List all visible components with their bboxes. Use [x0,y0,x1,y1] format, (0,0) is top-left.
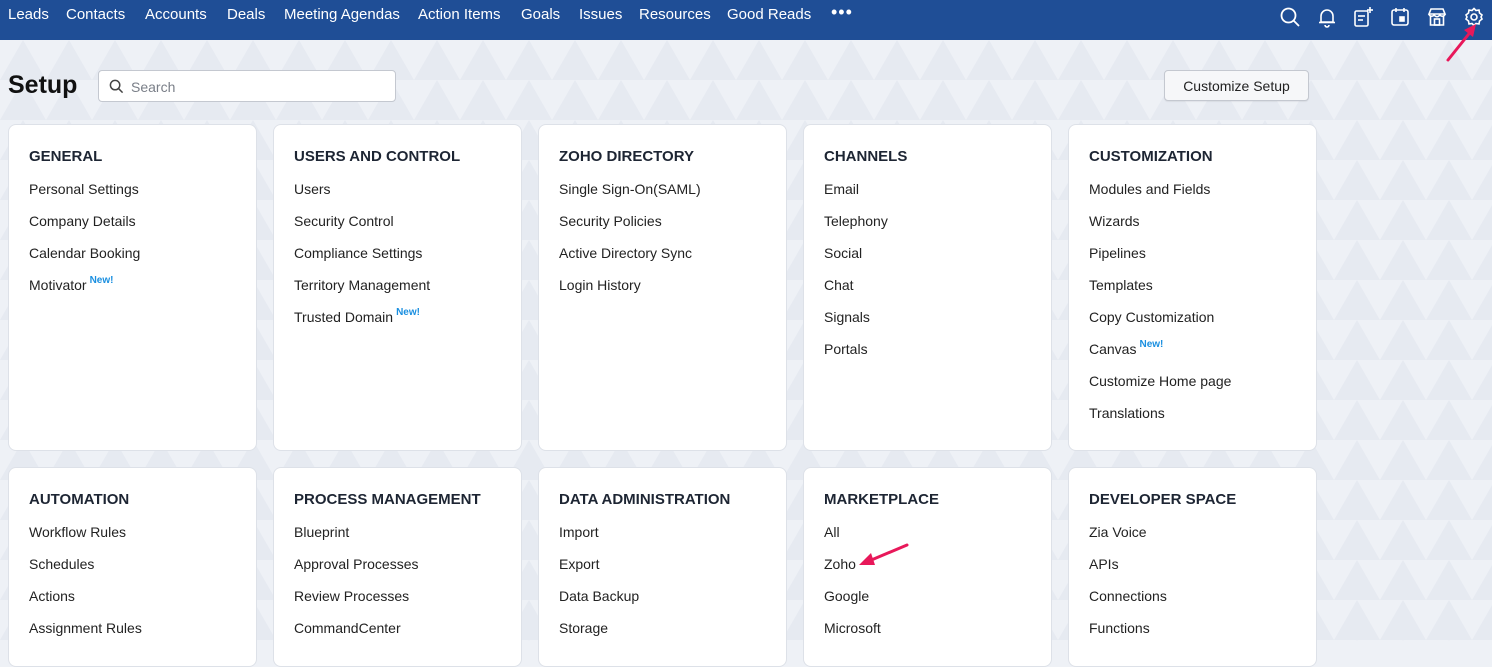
link-login-history[interactable]: Login History [559,277,641,293]
link-chat[interactable]: Chat [824,277,854,293]
link-functions[interactable]: Functions [1089,620,1150,636]
link-actions[interactable]: Actions [29,588,75,604]
link-marketplace-zoho[interactable]: Zoho [824,556,856,572]
card-title: PROCESS MANAGEMENT [294,491,481,508]
link-import[interactable]: Import [559,524,599,540]
link-approval-processes[interactable]: Approval Processes [294,556,419,572]
setup-card-general: GENERAL Personal Settings Company Detail… [8,124,257,451]
link-marketplace-microsoft[interactable]: Microsoft [824,620,881,636]
link-single-sign-on[interactable]: Single Sign-On(SAML) [559,181,701,197]
card-title: DEVELOPER SPACE [1089,491,1237,508]
link-workflow-rules[interactable]: Workflow Rules [29,524,126,540]
link-canvas[interactable]: Canvas New! [1089,339,1164,357]
link-templates[interactable]: Templates [1089,277,1153,293]
link-active-directory-sync[interactable]: Active Directory Sync [559,245,692,261]
link-marketplace-all[interactable]: All [824,524,840,540]
search-icon[interactable] [1279,6,1301,28]
link-export[interactable]: Export [559,556,599,572]
setup-card-automation: AUTOMATION Workflow Rules Schedules Acti… [8,467,257,667]
customize-setup-button[interactable]: Customize Setup [1164,70,1309,101]
link-review-processes[interactable]: Review Processes [294,588,409,604]
link-compliance-settings[interactable]: Compliance Settings [294,245,422,261]
setup-search-box[interactable] [98,70,396,102]
link-trusted-domain[interactable]: Trusted Domain New! [294,307,420,325]
add-note-icon[interactable] [1352,6,1374,28]
card-title: USERS AND CONTROL [294,148,461,165]
nav-tab-good-reads[interactable]: Good Reads [727,6,811,23]
link-security-control[interactable]: Security Control [294,213,394,229]
link-customize-home-page[interactable]: Customize Home page [1089,373,1231,389]
link-email[interactable]: Email [824,181,859,197]
link-copy-customization[interactable]: Copy Customization [1089,309,1214,325]
link-data-backup[interactable]: Data Backup [559,588,639,604]
new-badge: New! [396,307,420,318]
new-badge: New! [89,275,114,286]
link-translations[interactable]: Translations [1089,405,1165,421]
link-schedules[interactable]: Schedules [29,556,94,572]
nav-tab-leads[interactable]: Leads [8,6,49,23]
new-badge: New! [1139,339,1164,350]
link-motivator[interactable]: Motivator New! [29,275,114,293]
card-title: DATA ADMINISTRATION [559,491,731,508]
setup-card-users-and-control: USERS AND CONTROL Users Security Control… [273,124,522,451]
setup-card-channels: CHANNELS Email Telephony Social Chat Sig… [803,124,1052,451]
link-social[interactable]: Social [824,245,862,261]
link-company-details[interactable]: Company Details [29,213,136,229]
card-title: AUTOMATION [29,491,130,508]
page-title: Setup [8,71,78,99]
annotation-arrow-gear [1446,24,1476,62]
card-title: GENERAL [29,148,103,165]
nav-tab-contacts[interactable]: Contacts [66,6,125,23]
link-personal-settings[interactable]: Personal Settings [29,181,139,197]
card-title: ZOHO DIRECTORY [559,148,695,165]
nav-tab-issues[interactable]: Issues [579,6,622,23]
link-users[interactable]: Users [294,181,331,197]
link-security-policies[interactable]: Security Policies [559,213,662,229]
nav-tab-accounts[interactable]: Accounts [145,6,207,23]
link-portals[interactable]: Portals [824,341,868,357]
bell-icon[interactable] [1316,6,1338,28]
link-connections[interactable]: Connections [1089,588,1167,604]
more-tabs-button[interactable]: ••• [831,2,853,23]
link-signals[interactable]: Signals [824,309,870,325]
link-telephony[interactable]: Telephony [824,213,888,229]
nav-tab-action-items[interactable]: Action Items [418,6,501,23]
link-zia-voice[interactable]: Zia Voice [1089,524,1147,540]
setup-search-input[interactable] [129,75,393,99]
nav-tab-resources[interactable]: Resources [639,6,711,23]
link-marketplace-google[interactable]: Google [824,588,869,604]
link-blueprint[interactable]: Blueprint [294,524,349,540]
nav-tab-deals[interactable]: Deals [227,6,265,23]
annotation-arrow-zoho [859,543,909,565]
setup-card-zoho-directory: ZOHO DIRECTORY Single Sign-On(SAML) Secu… [538,124,787,451]
link-modules-and-fields[interactable]: Modules and Fields [1089,181,1210,197]
nav-tab-meeting-agendas[interactable]: Meeting Agendas [284,6,400,23]
calendar-icon[interactable] [1389,6,1411,28]
link-pipelines[interactable]: Pipelines [1089,245,1146,261]
link-commandcenter[interactable]: CommandCenter [294,620,401,636]
link-wizards[interactable]: Wizards [1089,213,1140,229]
setup-card-customization: CUSTOMIZATION Modules and Fields Wizards… [1068,124,1317,451]
top-nav-bar: Leads Contacts Accounts Deals Meeting Ag… [0,0,1492,40]
link-territory-management[interactable]: Territory Management [294,277,430,293]
nav-tab-goals[interactable]: Goals [521,6,560,23]
link-storage[interactable]: Storage [559,620,608,636]
setup-card-process-management: PROCESS MANAGEMENT Blueprint Approval Pr… [273,467,522,667]
link-calendar-booking[interactable]: Calendar Booking [29,245,140,261]
card-title: MARKETPLACE [824,491,939,508]
card-title: CUSTOMIZATION [1089,148,1213,165]
link-assignment-rules[interactable]: Assignment Rules [29,620,142,636]
setup-card-developer-space: DEVELOPER SPACE Zia Voice APIs Connectio… [1068,467,1317,667]
search-icon [109,79,124,94]
setup-card-data-administration: DATA ADMINISTRATION Import Export Data B… [538,467,787,667]
card-title: CHANNELS [824,148,908,165]
setup-card-marketplace: MARKETPLACE All Zoho Google Microsoft [803,467,1052,667]
link-apis[interactable]: APIs [1089,556,1119,572]
